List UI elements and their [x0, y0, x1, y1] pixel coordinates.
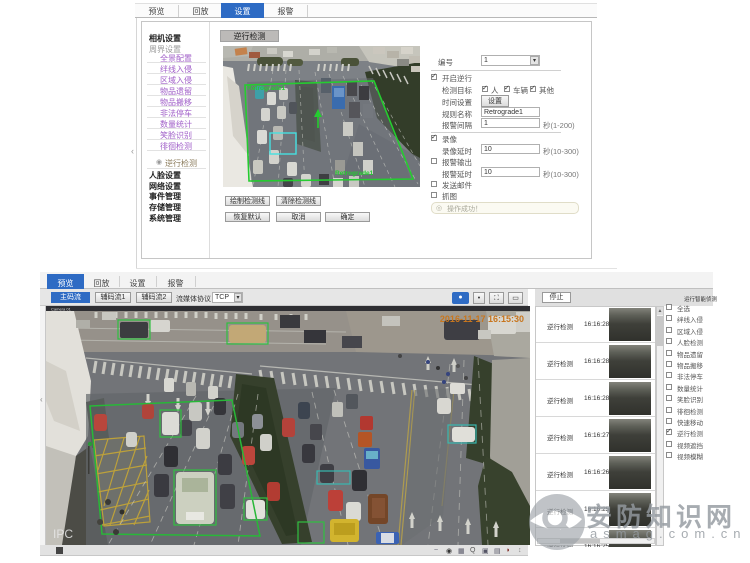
- svg-text:2016-11-17 16:15:30: 2016-11-17 16:15:30: [440, 314, 524, 324]
- svg-text:Camera 01: Camera 01: [51, 307, 72, 312]
- svg-text:IPC: IPC: [53, 527, 73, 541]
- svg-text:Retrograde1: Retrograde1: [335, 170, 374, 177]
- svg-text:Retrograde1: Retrograde1: [247, 85, 286, 92]
